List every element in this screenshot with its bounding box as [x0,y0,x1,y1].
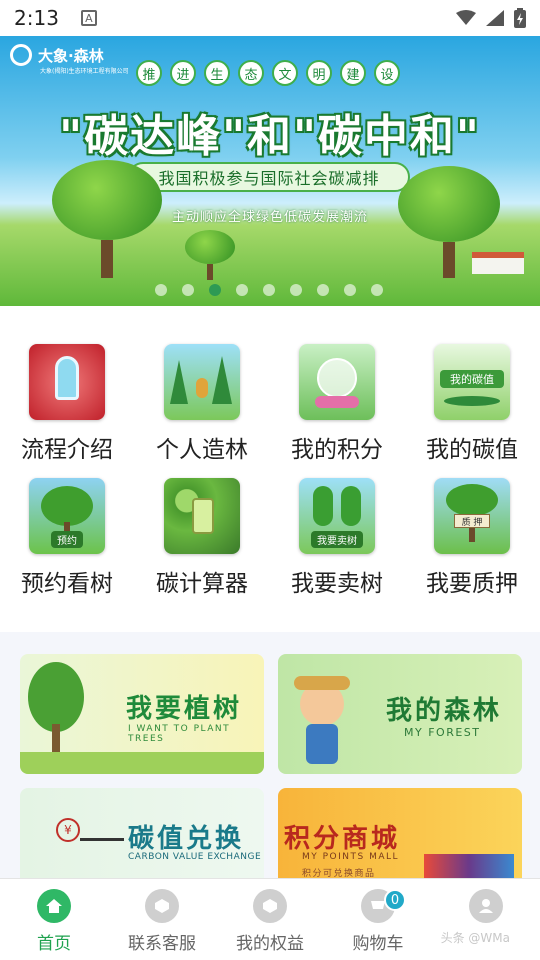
rights-icon [253,889,287,923]
carousel-dot[interactable] [182,284,194,296]
calculator-icon [164,478,240,554]
bottom-tab-bar: 首页 联系客服 我的权益 0 购物车 头条 @WMa [0,878,540,960]
slogan-bubbles: 推 进 生 态 文 明 建 设 [136,60,400,86]
card-subtitle: I WANT TO PLANT TREES [128,724,231,744]
menu-item-my-carbon[interactable]: 我的碳值 我的碳值 [405,344,539,464]
card-carbon-exchange[interactable]: ¥ 碳值兑换 CARBON VALUE EXCHANGE [20,788,264,888]
tree-appointment-icon: 预约 [29,478,105,554]
tab-label: 联系客服 [128,934,196,954]
tab-label: 购物车 [352,934,404,954]
status-time: 2:13 [14,6,59,30]
menu-item-book-tree[interactable]: 预约 预约看树 [0,478,134,598]
tab-cart[interactable]: 0 购物车 [324,879,432,960]
sell-tree-icon: 我要卖树 [299,478,375,554]
icon-tag: 我的碳值 [440,370,504,388]
icon-tag: 质 押 [454,514,490,528]
menu-item-label: 我要卖树 [291,571,383,597]
pledge-tree-icon: 质 押 [434,478,510,554]
menu-item-label: 预约看树 [21,571,113,597]
slogan-char: 进 [170,60,196,86]
slogan-char: 推 [136,60,162,86]
card-my-forest[interactable]: 我的森林 MY FOREST [278,654,522,774]
card-plant-trees[interactable]: 我要植树 I WANT TO PLANT TREES [20,654,264,774]
banner-title: "碳达峰"和"碳中和" [59,111,481,162]
watermark: 头条 @WMa [440,931,510,945]
tab-profile[interactable] [432,879,540,960]
house-illustration [472,252,524,274]
menu-item-label: 流程介绍 [21,437,113,463]
tree-illustration [52,160,162,278]
carousel-dots[interactable] [155,284,383,296]
slogan-char: 文 [272,60,298,86]
menu-item-label: 我的碳值 [426,437,518,463]
profile-icon [469,889,503,923]
carousel-dot[interactable] [344,284,356,296]
carousel-dot[interactable] [263,284,275,296]
carousel-dot-active[interactable] [209,284,221,296]
banner-pill: 我国积极参与国际社会碳减排 [128,162,410,192]
tab-label: 我的权益 [236,934,304,954]
cards-section: 我要植树 I WANT TO PLANT TREES 我的森林 MY FORES… [0,632,540,888]
card-title: 我的森林 [386,696,503,726]
slogan-char: 明 [306,60,332,86]
tab-my-rights[interactable]: 我的权益 [216,879,324,960]
card-points-mall[interactable]: 积分商城 MY POINTS MALL 积分可兑换商品 [278,788,522,888]
menu-item-carbon-calculator[interactable]: 碳计算器 [135,478,269,598]
notification-a-icon: A [80,10,97,26]
phone-flow-icon [29,344,105,420]
wifi-icon [456,10,476,25]
hero-banner[interactable]: 大象·森林 大象(揭阳)生态环境工程有限公司 推 进 生 态 文 明 建 设 "… [0,36,540,306]
menu-item-process[interactable]: 流程介绍 [0,344,134,464]
icon-tag: 我要卖树 [311,531,363,548]
tab-contact-service[interactable]: 联系客服 [108,879,216,960]
tab-label: 首页 [37,934,71,954]
brand-subtitle: 大象(揭阳)生态环境工程有限公司 [40,68,129,75]
feature-grid: 流程介绍 个人造林 我的积分 我的碳值 我的碳值 预约 预约看树 碳计算器 我要… [0,328,540,620]
tab-home[interactable]: 首页 [0,879,108,960]
battery-icon [514,8,526,28]
menu-item-personal-planting[interactable]: 个人造林 [135,344,269,464]
menu-item-label: 我的积分 [291,437,383,463]
carousel-dot[interactable] [317,284,329,296]
status-bar: 2:13 A [0,0,540,36]
slogan-char: 态 [238,60,264,86]
slogan-char: 建 [340,60,366,86]
brand-logo: 大象·森林 大象(揭阳)生态环境工程有限公司 [10,44,129,75]
slogan-char: 设 [374,60,400,86]
carousel-dot[interactable] [371,284,383,296]
points-globe-icon [299,344,375,420]
planting-person-icon [164,344,240,420]
yen-icon: ¥ [56,818,80,842]
carousel-dot[interactable] [155,284,167,296]
tree-illustration [185,230,235,280]
menu-item-sell-tree[interactable]: 我要卖树 我要卖树 [270,478,404,598]
signal-icon [486,10,504,26]
menu-item-label: 个人造林 [156,437,248,463]
brand-name: 大象·森林 [38,46,104,65]
cart-badge: 0 [384,889,406,911]
card-subtitle: MY POINTS MALL [302,852,400,862]
menu-item-label: 碳计算器 [156,571,248,597]
menu-item-my-points[interactable]: 我的积分 [270,344,404,464]
carbon-value-icon: 我的碳值 [434,344,510,420]
icon-tag: 预约 [51,531,83,548]
home-icon [37,889,71,923]
card-title: 我要植树 [126,694,243,724]
card-subtitle: MY FOREST [404,726,481,739]
service-icon [145,889,179,923]
carousel-dot[interactable] [236,284,248,296]
elephant-logo-icon [10,44,32,66]
menu-item-label: 我要质押 [426,571,518,597]
card-title: 积分商城 [284,824,401,854]
carousel-dot[interactable] [290,284,302,296]
card-subtitle: CARBON VALUE EXCHANGE [128,852,262,862]
slogan-char: 生 [204,60,230,86]
card-title: 碳值兑换 [128,824,245,854]
menu-item-pledge[interactable]: 质 押 我要质押 [405,478,539,598]
